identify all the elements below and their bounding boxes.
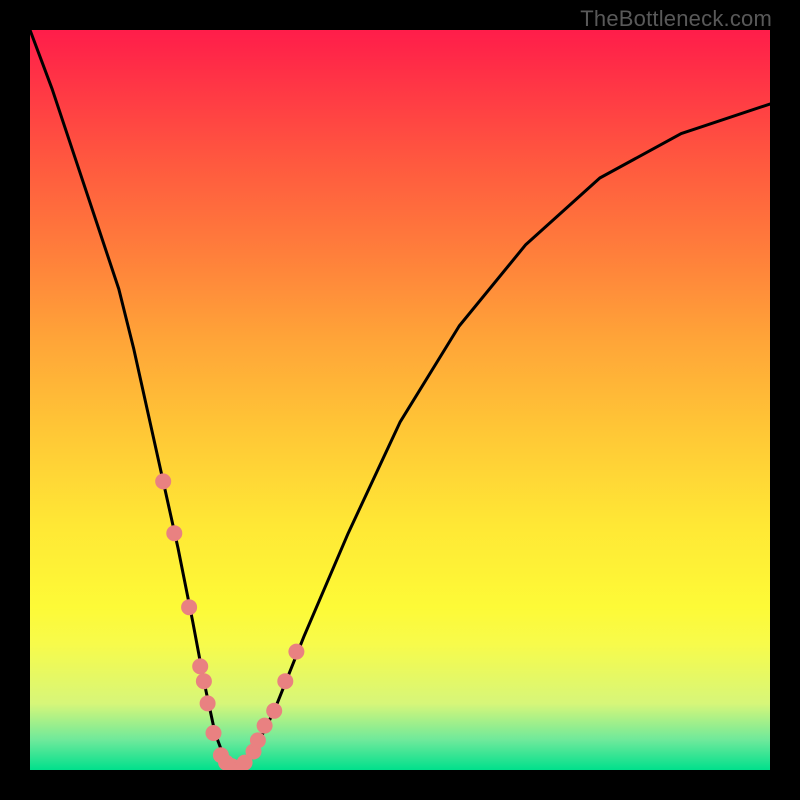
marker-group xyxy=(155,473,304,770)
marker-dot xyxy=(206,725,222,741)
marker-dot xyxy=(200,695,216,711)
marker-dot xyxy=(250,732,266,748)
marker-dot xyxy=(166,525,182,541)
curve-line xyxy=(30,30,770,770)
bottleneck-line xyxy=(30,30,770,770)
marker-dot xyxy=(192,658,208,674)
marker-dot xyxy=(266,703,282,719)
plot-area xyxy=(30,30,770,770)
marker-dot xyxy=(155,473,171,489)
marker-dot xyxy=(196,673,212,689)
marker-dot xyxy=(257,718,273,734)
marker-dot xyxy=(181,599,197,615)
chart-svg xyxy=(30,30,770,770)
marker-dot xyxy=(288,644,304,660)
watermark: TheBottleneck.com xyxy=(580,6,772,32)
chart-frame: TheBottleneck.com xyxy=(0,0,800,800)
marker-dot xyxy=(277,673,293,689)
